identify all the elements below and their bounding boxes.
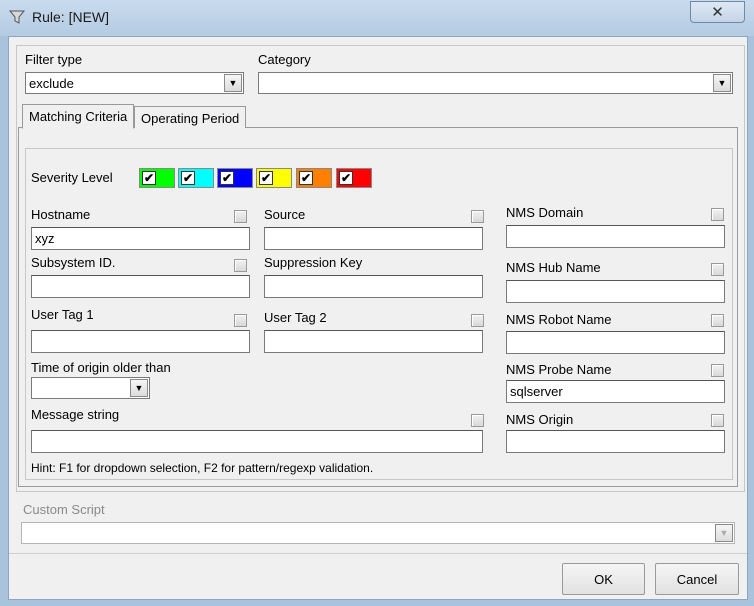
custom-script-select[interactable]: ▼	[21, 522, 735, 544]
close-icon: ✕	[711, 4, 724, 21]
severity-level-6[interactable]: ✔	[336, 168, 372, 188]
footer-divider	[9, 553, 747, 554]
nms-hub-name-label: NMS Hub Name	[506, 260, 601, 275]
nms-domain-regex-toggle[interactable]	[711, 208, 724, 221]
suppression-key-input[interactable]	[264, 275, 483, 298]
cancel-button[interactable]: Cancel	[655, 563, 739, 595]
nms-domain-input[interactable]	[506, 225, 725, 248]
severity-level-5[interactable]: ✔	[296, 168, 332, 188]
category-label: Category	[258, 52, 311, 67]
subsystem-id-regex-toggle[interactable]	[234, 259, 247, 272]
nms-robot-name-regex-toggle[interactable]	[711, 314, 724, 327]
suppression-key-label: Suppression Key	[264, 255, 363, 270]
message-string-label: Message string	[31, 407, 120, 422]
custom-script-label: Custom Script	[23, 502, 105, 517]
subsystem-id-label: Subsystem ID.	[31, 255, 116, 270]
severity-checkbox[interactable]: ✔	[142, 171, 156, 185]
user-tag-1-regex-toggle[interactable]	[234, 314, 247, 327]
user-tag-1-input[interactable]	[31, 330, 250, 353]
nms-origin-input[interactable]	[506, 430, 725, 453]
nms-hub-name-input[interactable]	[506, 280, 725, 303]
severity-level-4[interactable]: ✔	[256, 168, 292, 188]
nms-domain-label: NMS Domain	[506, 205, 584, 220]
tab-operating-period[interactable]: Operating Period	[134, 106, 247, 128]
user-tag-2-label: User Tag 2	[264, 310, 327, 325]
window-title: Rule: [NEW]	[32, 9, 110, 25]
nms-origin-regex-toggle[interactable]	[711, 414, 724, 427]
nms-probe-name-input[interactable]: sqlserver	[506, 380, 725, 403]
severity-label: Severity Level	[31, 170, 113, 185]
source-input[interactable]	[264, 227, 483, 250]
severity-checkbox[interactable]: ✔	[181, 171, 195, 185]
hint-text: Hint: F1 for dropdown selection, F2 for …	[31, 461, 374, 475]
nms-probe-name-regex-toggle[interactable]	[711, 364, 724, 377]
severity-level-3[interactable]: ✔	[217, 168, 253, 188]
severity-checkbox[interactable]: ✔	[339, 171, 353, 185]
chevron-down-icon[interactable]: ▼	[713, 74, 731, 92]
user-tag-2-regex-toggle[interactable]	[471, 314, 484, 327]
hostname-regex-toggle[interactable]	[234, 210, 247, 223]
chevron-down-icon[interactable]: ▼	[130, 379, 148, 397]
ok-button[interactable]: OK	[562, 563, 645, 595]
source-regex-toggle[interactable]	[471, 210, 484, 223]
severity-level-2[interactable]: ✔	[178, 168, 214, 188]
chevron-down-icon[interactable]: ▼	[224, 74, 242, 92]
nms-robot-name-label: NMS Robot Name	[506, 312, 612, 327]
filter-type-value: exclude	[29, 76, 74, 91]
user-tag-2-input[interactable]	[264, 330, 483, 353]
close-button[interactable]: ✕	[690, 1, 745, 23]
severity-level-1[interactable]: ✔	[139, 168, 175, 188]
subsystem-id-input[interactable]	[31, 275, 250, 298]
filter-icon	[8, 10, 26, 24]
user-tag-1-label: User Tag 1	[31, 307, 94, 322]
source-label: Source	[264, 207, 306, 222]
severity-checkbox[interactable]: ✔	[299, 171, 313, 185]
severity-checkbox[interactable]: ✔	[259, 171, 273, 185]
hostname-label: Hostname	[31, 207, 91, 222]
title-bar	[0, 0, 754, 36]
time-of-origin-label: Time of origin older than	[31, 360, 171, 375]
category-select[interactable]: ▼	[258, 72, 733, 94]
time-of-origin-select[interactable]: ▼	[31, 377, 150, 399]
filter-type-label: Filter type	[25, 52, 83, 67]
message-string-regex-toggle[interactable]	[471, 414, 484, 427]
chevron-down-icon[interactable]: ▼	[715, 524, 733, 542]
nms-robot-name-input[interactable]	[506, 331, 725, 354]
filter-type-select[interactable]: exclude ▼	[25, 72, 244, 94]
hostname-input[interactable]: xyz	[31, 227, 250, 250]
nms-hub-name-regex-toggle[interactable]	[711, 263, 724, 276]
severity-checkbox[interactable]: ✔	[220, 171, 234, 185]
message-string-input[interactable]	[31, 430, 483, 453]
tab-matching-criteria[interactable]: Matching Criteria	[22, 104, 135, 129]
nms-probe-name-label: NMS Probe Name	[506, 362, 612, 377]
nms-origin-label: NMS Origin	[506, 412, 574, 427]
